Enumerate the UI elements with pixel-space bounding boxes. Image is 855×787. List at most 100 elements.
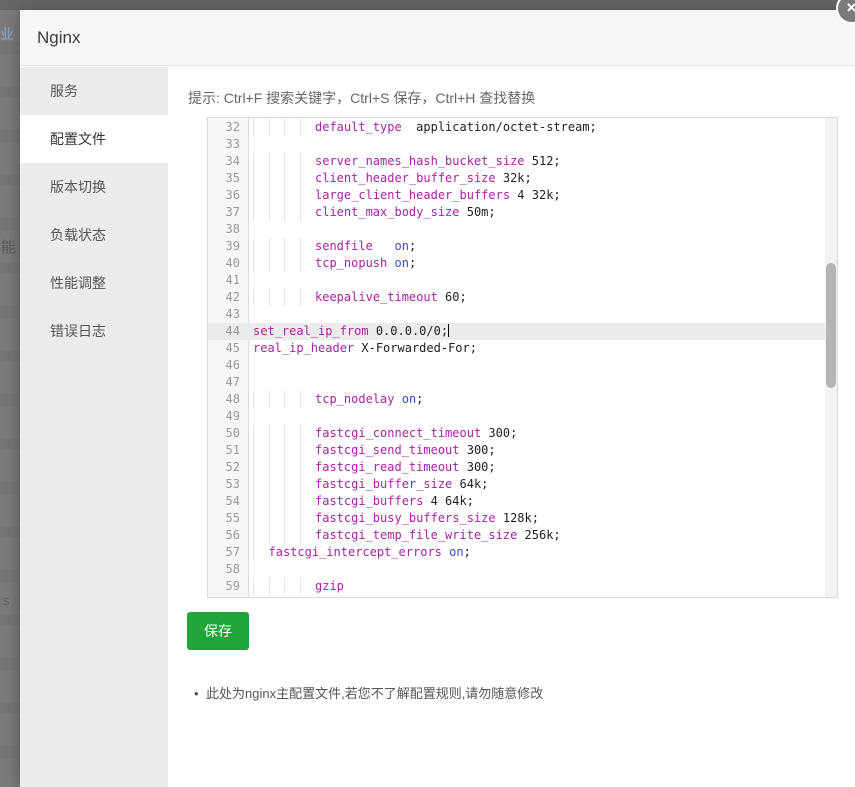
- code-line[interactable]: 42 keepalive_timeout 60;: [208, 289, 837, 306]
- indent-guide: [284, 578, 300, 595]
- code-line[interactable]: 35 client_header_buffer_size 32k;: [208, 170, 837, 187]
- code-line[interactable]: 39 sendfile on;: [208, 238, 837, 255]
- code-line[interactable]: 33: [208, 136, 837, 153]
- indent-guide: [253, 544, 269, 561]
- line-content: [250, 561, 837, 578]
- line-number: 54: [225, 494, 240, 508]
- indent-guide: [284, 459, 300, 476]
- code-line[interactable]: 49: [208, 408, 837, 425]
- plain-token: ;: [408, 239, 417, 253]
- directive-token: real_ip_header: [253, 341, 355, 355]
- line-number: 33: [225, 137, 240, 151]
- code-line[interactable]: 50 fastcgi_connect_timeout 300;: [208, 425, 837, 442]
- code-line[interactable]: 47: [208, 374, 837, 391]
- code-line[interactable]: 37 client_max_body_size 50m;: [208, 204, 837, 221]
- code-line[interactable]: 55 fastcgi_busy_buffers_size 128k;: [208, 510, 837, 527]
- editor-lines: 32 default_type application/octet-stream;…: [208, 119, 837, 595]
- sidebar-item-1[interactable]: 服务: [20, 67, 168, 115]
- indent-guide: [268, 425, 285, 442]
- indent-guide: [299, 187, 316, 204]
- code-line[interactable]: 46: [208, 357, 837, 374]
- code-line[interactable]: 48 tcp_nodelay on;: [208, 391, 837, 408]
- line-content: fastcgi_read_timeout 300;: [250, 459, 837, 476]
- indent-guide: [284, 255, 300, 272]
- code-line[interactable]: 32 default_type application/octet-stream;: [208, 119, 837, 136]
- dialog-title: Nginx: [37, 28, 81, 47]
- line-content: [250, 221, 837, 238]
- directive-token: keepalive_timeout: [315, 290, 438, 304]
- plain-token: 4 32k;: [510, 188, 561, 202]
- directive-token: large_client_header_buffers: [315, 188, 511, 202]
- code-line[interactable]: 36 large_client_header_buffers 4 32k;: [208, 187, 837, 204]
- line-content: [250, 374, 837, 391]
- line-number: 36: [225, 188, 240, 202]
- background-text-fragment: 能: [1, 239, 17, 256]
- directive-token: fastcgi_read_timeout: [315, 460, 460, 474]
- indent-guide: [299, 391, 316, 408]
- indent-guide: [299, 527, 316, 544]
- plain-token: 4 64k;: [423, 494, 474, 508]
- sidebar-item-3[interactable]: 版本切换: [20, 163, 168, 211]
- config-warning-note: • 此处为nginx主配置文件,若您不了解配置规则,请勿随意修改: [194, 683, 543, 702]
- indent-guide: [284, 425, 300, 442]
- sidebar-item-6[interactable]: 错误日志: [20, 307, 168, 355]
- directive-token: fastcgi_temp_file_write_size: [315, 528, 518, 542]
- directive-token: server_names_hash_bucket_size: [315, 154, 525, 168]
- directive-token: tcp_nodelay: [315, 392, 395, 406]
- note-bullet: •: [194, 686, 199, 701]
- plain-token: 300;: [481, 426, 518, 440]
- code-line[interactable]: 58: [208, 561, 837, 578]
- line-content: fastcgi_temp_file_write_size 256k;: [250, 527, 837, 544]
- line-content: gzip: [250, 578, 837, 595]
- plain-token: 32k;: [495, 171, 532, 185]
- code-line[interactable]: 59 gzip: [208, 578, 837, 595]
- code-line[interactable]: 45 real_ip_header X-Forwarded-For;: [208, 340, 837, 357]
- line-content: tcp_nopush on;: [250, 255, 837, 272]
- indent-guide: [284, 289, 300, 306]
- code-line[interactable]: 52 fastcgi_read_timeout 300;: [208, 459, 837, 476]
- line-content: sendfile on;: [250, 238, 837, 255]
- line-content: set_real_ip_from 0.0.0.0/0;: [250, 323, 837, 340]
- line-number: 41: [225, 273, 240, 287]
- save-button[interactable]: 保存: [187, 612, 249, 650]
- line-number: 39: [225, 239, 240, 253]
- line-content: keepalive_timeout 60;: [250, 289, 837, 306]
- shortcut-hint: 提示: Ctrl+F 搜索关键字，Ctrl+S 保存，Ctrl+H 查找替换: [188, 90, 536, 106]
- sidebar-item-5[interactable]: 性能调整: [20, 259, 168, 307]
- code-line[interactable]: 38: [208, 221, 837, 238]
- code-line[interactable]: 43: [208, 306, 837, 323]
- code-line[interactable]: 34 server_names_hash_bucket_size 512;: [208, 153, 837, 170]
- sidebar-item-2[interactable]: 配置文件: [20, 115, 168, 163]
- code-line[interactable]: 41: [208, 272, 837, 289]
- editor-scrollbar-track[interactable]: [825, 118, 837, 597]
- directive-token: fastcgi_buffers: [315, 494, 424, 508]
- line-number: 52: [225, 460, 240, 474]
- indent-guide: [268, 255, 285, 272]
- code-line[interactable]: 40 tcp_nopush on;: [208, 255, 837, 272]
- line-number: 34: [225, 154, 240, 168]
- line-number: 51: [225, 443, 240, 457]
- code-line[interactable]: 56 fastcgi_temp_file_write_size 256k;: [208, 527, 837, 544]
- indent-guide: [253, 476, 269, 493]
- line-content: server_names_hash_bucket_size 512;: [250, 153, 837, 170]
- indent-guide: [253, 238, 269, 255]
- value-token: on: [394, 239, 409, 253]
- line-number: 46: [225, 358, 240, 372]
- plain-token: 300;: [459, 460, 496, 474]
- code-line[interactable]: 57 fastcgi_intercept_errors on;: [208, 544, 837, 561]
- indent-guide: [253, 510, 269, 527]
- code-line[interactable]: 54 fastcgi_buffers 4 64k;: [208, 493, 837, 510]
- line-content: large_client_header_buffers 4 32k;: [250, 187, 837, 204]
- directive-token: fastcgi_connect_timeout: [315, 426, 482, 440]
- code-editor[interactable]: 32 default_type application/octet-stream;…: [207, 117, 838, 598]
- code-line[interactable]: 51 fastcgi_send_timeout 300;: [208, 442, 837, 459]
- plain-token: 64k;: [452, 477, 489, 491]
- nginx-settings-dialog: Nginx 服务 配置文件 版本切换 负载状态 性能调整 错误日志 提示: Ctrl+F …: [20, 10, 855, 787]
- plain-token: ;: [463, 545, 471, 559]
- sidebar-item-4[interactable]: 负载状态: [20, 211, 168, 259]
- code-line[interactable]: 53 fastcgi_buffer_size 64k;: [208, 476, 837, 493]
- code-line-active[interactable]: 44 set_real_ip_from 0.0.0.0/0;: [208, 323, 837, 340]
- line-content: fastcgi_connect_timeout 300;: [250, 425, 837, 442]
- plain-token: X-Forwarded-For;: [354, 341, 477, 355]
- editor-scrollbar-thumb[interactable]: [826, 263, 836, 388]
